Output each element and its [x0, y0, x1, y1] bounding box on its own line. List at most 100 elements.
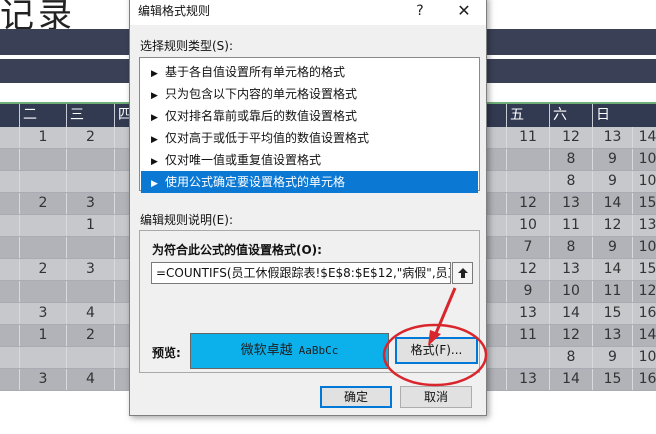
rule-description-label: 编辑规则说明(E): [140, 213, 233, 227]
rule-type-item[interactable]: ▶ 只为包含以下内容的单元格设置格式 [141, 83, 478, 105]
table-cell[interactable]: 8 [549, 347, 592, 368]
formula-input[interactable]: =COUNTIFS(员工休假跟踪表!$E$8:$E$12,"病假",员工休 [151, 262, 451, 284]
weekday-header[interactable]: 日 [592, 104, 632, 127]
table-cell[interactable]: 13 [592, 127, 632, 148]
table-cell[interactable]: 10 [549, 281, 592, 302]
dialog-titlebar[interactable]: 编辑格式规则 ? ✕ [130, 0, 486, 25]
table-cell[interactable]: 15 [632, 193, 656, 214]
table-cell[interactable]: 8 [549, 237, 592, 258]
table-cell[interactable]: 14 [632, 325, 656, 346]
table-cell[interactable]: 16 [632, 369, 656, 390]
table-cell[interactable]: 7 [506, 237, 549, 258]
table-cell[interactable] [19, 149, 66, 170]
table-cell[interactable]: 10 [632, 171, 656, 192]
table-cell[interactable] [506, 171, 549, 192]
table-cell[interactable]: 2 [19, 259, 66, 280]
table-cell[interactable] [66, 237, 114, 258]
table-cell[interactable]: 4 [66, 369, 114, 390]
table-cell[interactable]: 12 [549, 325, 592, 346]
table-cell[interactable]: 12 [506, 259, 549, 280]
table-cell[interactable]: 3 [66, 193, 114, 214]
rule-type-item[interactable]: ▶ 仅对唯一值或重复值设置格式 [141, 149, 478, 171]
table-cell[interactable]: 13 [592, 325, 632, 346]
table-cell[interactable]: 9 [592, 347, 632, 368]
weekday-header[interactable]: 六 [549, 104, 592, 127]
table-cell[interactable]: 9 [592, 149, 632, 170]
table-cell[interactable]: 2 [66, 325, 114, 346]
table-cell[interactable]: 12 [506, 193, 549, 214]
collapse-dialog-button[interactable] [452, 262, 473, 284]
close-button[interactable]: ✕ [452, 1, 476, 21]
table-cell[interactable] [19, 281, 66, 302]
weekday-header[interactable]: 五 [506, 104, 549, 127]
table-cell[interactable]: 2 [66, 127, 114, 148]
table-cell[interactable]: 16 [632, 303, 656, 324]
table-cell[interactable]: 2 [19, 193, 66, 214]
table-cell[interactable]: 9 [506, 281, 549, 302]
table-cell[interactable]: 10 [632, 237, 656, 258]
table-cell[interactable]: 15 [632, 259, 656, 280]
format-button[interactable]: 格式(F)... [395, 337, 478, 364]
table-cell[interactable]: 13 [549, 193, 592, 214]
table-cell[interactable]: 10 [632, 149, 656, 170]
rule-type-list[interactable]: ▶ 基于各自值设置所有单元格的格式 ▶ 只为包含以下内容的单元格设置格式 ▶ 仅对排名… [139, 57, 480, 193]
cancel-button[interactable]: 取消 [400, 386, 472, 408]
table-cell[interactable]: 11 [549, 215, 592, 236]
table-cell[interactable]: 3 [19, 369, 66, 390]
table-cell[interactable]: 15 [592, 303, 632, 324]
table-cell[interactable]: 13 [632, 215, 656, 236]
table-cell[interactable] [506, 347, 549, 368]
table-cell[interactable]: 1 [19, 127, 66, 148]
table-cell[interactable] [66, 281, 114, 302]
table-cell[interactable]: 14 [632, 127, 656, 148]
table-cell[interactable]: 11 [506, 127, 549, 148]
table-cell[interactable]: 13 [506, 369, 549, 390]
table-cell[interactable] [66, 347, 114, 368]
table-cell[interactable] [66, 149, 114, 170]
table-cell[interactable]: 8 [549, 149, 592, 170]
table-cell[interactable]: 3 [19, 303, 66, 324]
table-cell[interactable] [506, 149, 549, 170]
table-cell[interactable]: 4 [66, 303, 114, 324]
rule-type-item[interactable]: ▶ 仅对高于或低于平均值的数值设置格式 [141, 127, 478, 149]
table-cell[interactable]: 1 [66, 215, 114, 236]
table-cell[interactable]: 12 [632, 281, 656, 302]
table-cell[interactable]: 11 [506, 325, 549, 346]
weekday-header[interactable]: 二 [19, 104, 66, 127]
table-cell[interactable]: 8 [549, 171, 592, 192]
table-cell[interactable]: 10 [506, 215, 549, 236]
table-cell[interactable] [19, 347, 66, 368]
rule-type-label: 选择规则类型(S): [140, 39, 234, 53]
triangle-right-icon: ▶ [151, 91, 158, 101]
table-cell[interactable] [19, 215, 66, 236]
table-cell[interactable]: 14 [549, 303, 592, 324]
table-cell[interactable]: 12 [592, 215, 632, 236]
ok-button[interactable]: 确定 [320, 386, 392, 408]
table-cell[interactable]: 1 [19, 325, 66, 346]
weekday-header[interactable]: 三 [66, 104, 114, 127]
table-cell[interactable] [66, 171, 114, 192]
table-cell[interactable] [19, 237, 66, 258]
table-cell[interactable]: 15 [592, 369, 632, 390]
edit-format-rule-dialog: 编辑格式规则 ? ✕ 选择规则类型(S): ▶ 基于各自值设置所有单元格的格式 ▶… [129, 0, 487, 416]
formula-label: 为符合此公式的值设置格式(O): [152, 243, 322, 257]
table-cell[interactable]: 11 [592, 281, 632, 302]
table-cell[interactable]: 3 [66, 259, 114, 280]
table-cell[interactable]: 13 [506, 303, 549, 324]
table-cell[interactable]: 10 [632, 347, 656, 368]
rule-description-group: 为符合此公式的值设置格式(O): =COUNTIFS(员工休假跟踪表!$E$8:… [139, 230, 480, 373]
preview-latin-text: AaBbCc [298, 344, 339, 357]
help-button[interactable]: ? [410, 1, 430, 21]
table-cell[interactable]: 14 [549, 369, 592, 390]
arrow-up-icon [458, 268, 468, 278]
rule-type-item[interactable]: ▶ 仅对排名靠前或靠后的数值设置格式 [141, 105, 478, 127]
table-cell[interactable]: 9 [592, 171, 632, 192]
rule-type-item[interactable]: ▶ 基于各自值设置所有单元格的格式 [141, 61, 478, 83]
table-cell[interactable]: 14 [592, 259, 632, 280]
table-cell[interactable]: 9 [592, 237, 632, 258]
table-cell[interactable]: 12 [549, 127, 592, 148]
table-cell[interactable]: 14 [592, 193, 632, 214]
table-cell[interactable] [19, 171, 66, 192]
rule-type-item-selected[interactable]: ▶ 使用公式确定要设置格式的单元格 [141, 171, 478, 193]
table-cell[interactable]: 13 [549, 259, 592, 280]
